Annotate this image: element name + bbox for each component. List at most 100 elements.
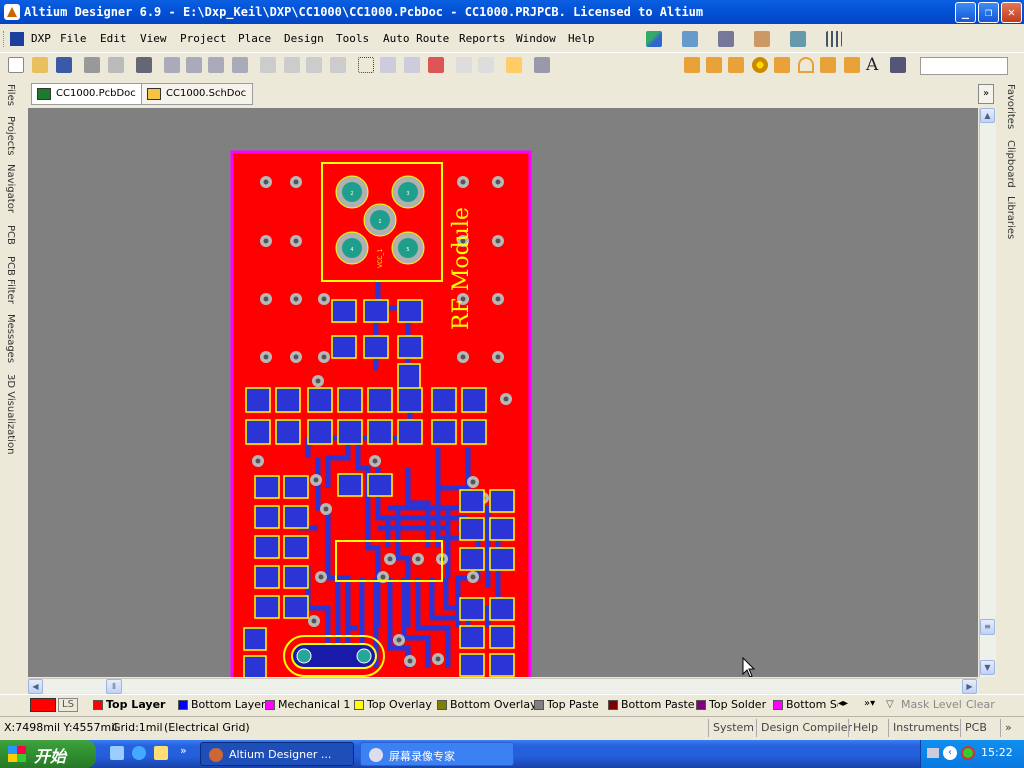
tray-expand-icon[interactable]: ‹ xyxy=(943,746,957,760)
place-pad-icon[interactable] xyxy=(752,57,768,73)
menu-place[interactable]: Place xyxy=(238,32,271,45)
menu-window[interactable]: Window xyxy=(516,32,556,45)
find-similar-icon[interactable] xyxy=(718,31,734,47)
print-icon[interactable] xyxy=(84,57,100,73)
close-button[interactable]: ✕ xyxy=(1001,2,1022,23)
vertical-scrollbar[interactable]: ▲ ≡ ▼ xyxy=(979,108,996,677)
menu-view[interactable]: View xyxy=(140,32,167,45)
menu-help[interactable]: Help xyxy=(568,32,595,45)
room-icon[interactable] xyxy=(790,31,806,47)
doc-tab-sch[interactable]: CC1000.SchDoc xyxy=(141,83,254,105)
layer-tab-bottom-layer[interactable]: Bottom Layer xyxy=(175,697,266,714)
start-button[interactable]: 开始 xyxy=(0,740,96,768)
panel-tab-files[interactable]: Files xyxy=(5,84,16,106)
layer-menu-icon[interactable]: »▾ xyxy=(864,698,875,709)
scroll-left-button[interactable]: ◀ xyxy=(28,679,43,694)
place-arc-icon[interactable] xyxy=(798,57,814,73)
place-polygon-icon[interactable] xyxy=(844,57,860,73)
redo-icon[interactable] xyxy=(478,57,494,73)
status-design-compiler-button[interactable]: Design Compiler xyxy=(756,719,856,737)
deselect-icon[interactable] xyxy=(404,57,420,73)
browse-library-icon[interactable] xyxy=(534,57,550,73)
paste-icon[interactable] xyxy=(306,57,322,73)
mask-level-button[interactable]: Mask Level xyxy=(901,698,962,711)
zoom-filter-icon[interactable] xyxy=(232,57,248,73)
status-instruments-button[interactable]: Instruments xyxy=(888,719,963,737)
copy-icon[interactable] xyxy=(284,57,300,73)
menu-edit[interactable]: Edit xyxy=(100,32,127,45)
menu-file[interactable]: File xyxy=(60,32,87,45)
crossprobe-icon[interactable] xyxy=(506,57,522,73)
interactive-route-icon[interactable] xyxy=(646,31,662,47)
layer-stack-icon[interactable] xyxy=(136,57,152,73)
task-altium[interactable]: Altium Designer ... xyxy=(200,742,354,766)
zoom-fit-icon[interactable] xyxy=(164,57,180,73)
menu-dxp[interactable]: DXP xyxy=(31,32,51,45)
route-diff-pair-icon[interactable] xyxy=(706,57,722,73)
open-folder-icon[interactable] xyxy=(32,57,48,73)
zoom-selected-icon[interactable] xyxy=(208,57,224,73)
current-layer-swatch[interactable] xyxy=(30,698,56,712)
title-bar[interactable]: Altium Designer 6.9 - E:\Dxp_Keil\DXP\CC… xyxy=(0,0,1024,24)
dxp-icon[interactable] xyxy=(10,32,24,46)
tab-overflow-button[interactable]: » xyxy=(978,84,994,104)
panel-tab-3d-visualization[interactable]: 3D Visualization xyxy=(5,374,16,454)
new-doc-icon[interactable] xyxy=(8,57,24,73)
horizontal-scrollbar[interactable]: ◀ ⦀ ▶ xyxy=(28,678,978,694)
route-connection-icon[interactable] xyxy=(684,57,700,73)
status-system-button[interactable]: System xyxy=(708,719,758,737)
clear-button[interactable]: Clear xyxy=(966,698,995,711)
scroll-up-button[interactable]: ▲ xyxy=(980,108,995,123)
layer-tab-bottom-paste[interactable]: Bottom Paste xyxy=(605,697,695,714)
menu-auto-route[interactable]: Auto Route xyxy=(383,32,449,45)
align-icon[interactable] xyxy=(682,31,698,47)
scroll-thumb[interactable]: ≡ xyxy=(980,619,995,635)
h-scroll-thumb[interactable]: ⦀ xyxy=(106,679,122,694)
clear-filter-icon[interactable] xyxy=(428,57,444,73)
panel-tab-favorites[interactable]: Favorites xyxy=(1005,84,1016,129)
quicklaunch-more-icon[interactable]: » xyxy=(180,744,187,757)
layer-scroll-arrows-icon[interactable]: ◂▸ xyxy=(838,698,848,709)
layer-tab-mechanical-1[interactable]: Mechanical 1 xyxy=(262,697,350,714)
status-more-button[interactable]: » xyxy=(1000,719,1016,737)
arrange-icon[interactable] xyxy=(754,31,770,47)
menu-design[interactable]: Design xyxy=(284,32,324,45)
layer-set-button[interactable]: LS xyxy=(58,698,78,712)
rubber-stamp-icon[interactable] xyxy=(330,57,346,73)
panel-tab-messages[interactable]: Messages xyxy=(5,314,16,363)
network-icon[interactable] xyxy=(927,748,939,758)
task-screen-recorder[interactable]: 屏幕录像专家 xyxy=(360,742,514,766)
zoom-area-icon[interactable] xyxy=(186,57,202,73)
scroll-down-button[interactable]: ▼ xyxy=(980,660,995,675)
quicklaunch-app-icon[interactable] xyxy=(154,746,168,760)
print-preview-icon[interactable] xyxy=(108,57,124,73)
select-area-icon[interactable] xyxy=(358,57,374,73)
route-multiple-icon[interactable] xyxy=(728,57,744,73)
panel-tab-libraries[interactable]: Libraries xyxy=(1005,196,1016,239)
cut-icon[interactable] xyxy=(260,57,276,73)
doc-tab-pcb[interactable]: CC1000.PcbDoc xyxy=(31,83,143,105)
layer-tab-top-layer[interactable]: Top Layer xyxy=(90,697,165,714)
quicklaunch-ie-icon[interactable] xyxy=(132,746,146,760)
place-fill-icon[interactable] xyxy=(820,57,836,73)
layer-tab-bottom-overlay[interactable]: Bottom Overlay xyxy=(434,697,537,714)
menu-tools[interactable]: Tools xyxy=(336,32,369,45)
place-string-icon[interactable]: A xyxy=(866,55,882,75)
record-indicator-icon[interactable] xyxy=(961,746,975,760)
menu-reports[interactable]: Reports xyxy=(459,32,505,45)
panel-tab-pcb-filter[interactable]: PCB Filter xyxy=(5,256,16,304)
grid-icon[interactable] xyxy=(826,31,842,47)
undo-icon[interactable] xyxy=(456,57,472,73)
panel-tab-clipboard[interactable]: Clipboard xyxy=(1005,140,1016,188)
pcb-canvas[interactable]: 2 3 1 4 5 RF Module VCC_1 xyxy=(28,108,978,677)
layer-tab-bottom-solder[interactable]: Bottom Sol xyxy=(770,697,838,714)
status-help-button[interactable]: Help xyxy=(848,719,882,737)
maximize-button[interactable]: ❐ xyxy=(978,2,999,23)
layer-tab-top-solder[interactable]: Top Solder xyxy=(693,697,766,714)
scroll-right-button[interactable]: ▶ xyxy=(962,679,977,694)
filter-icon[interactable]: ▽ xyxy=(886,699,894,710)
panel-tab-projects[interactable]: Projects xyxy=(5,116,16,155)
save-icon[interactable] xyxy=(56,57,72,73)
panel-tab-navigator[interactable]: Navigator xyxy=(5,164,16,213)
place-via-icon[interactable] xyxy=(774,57,790,73)
